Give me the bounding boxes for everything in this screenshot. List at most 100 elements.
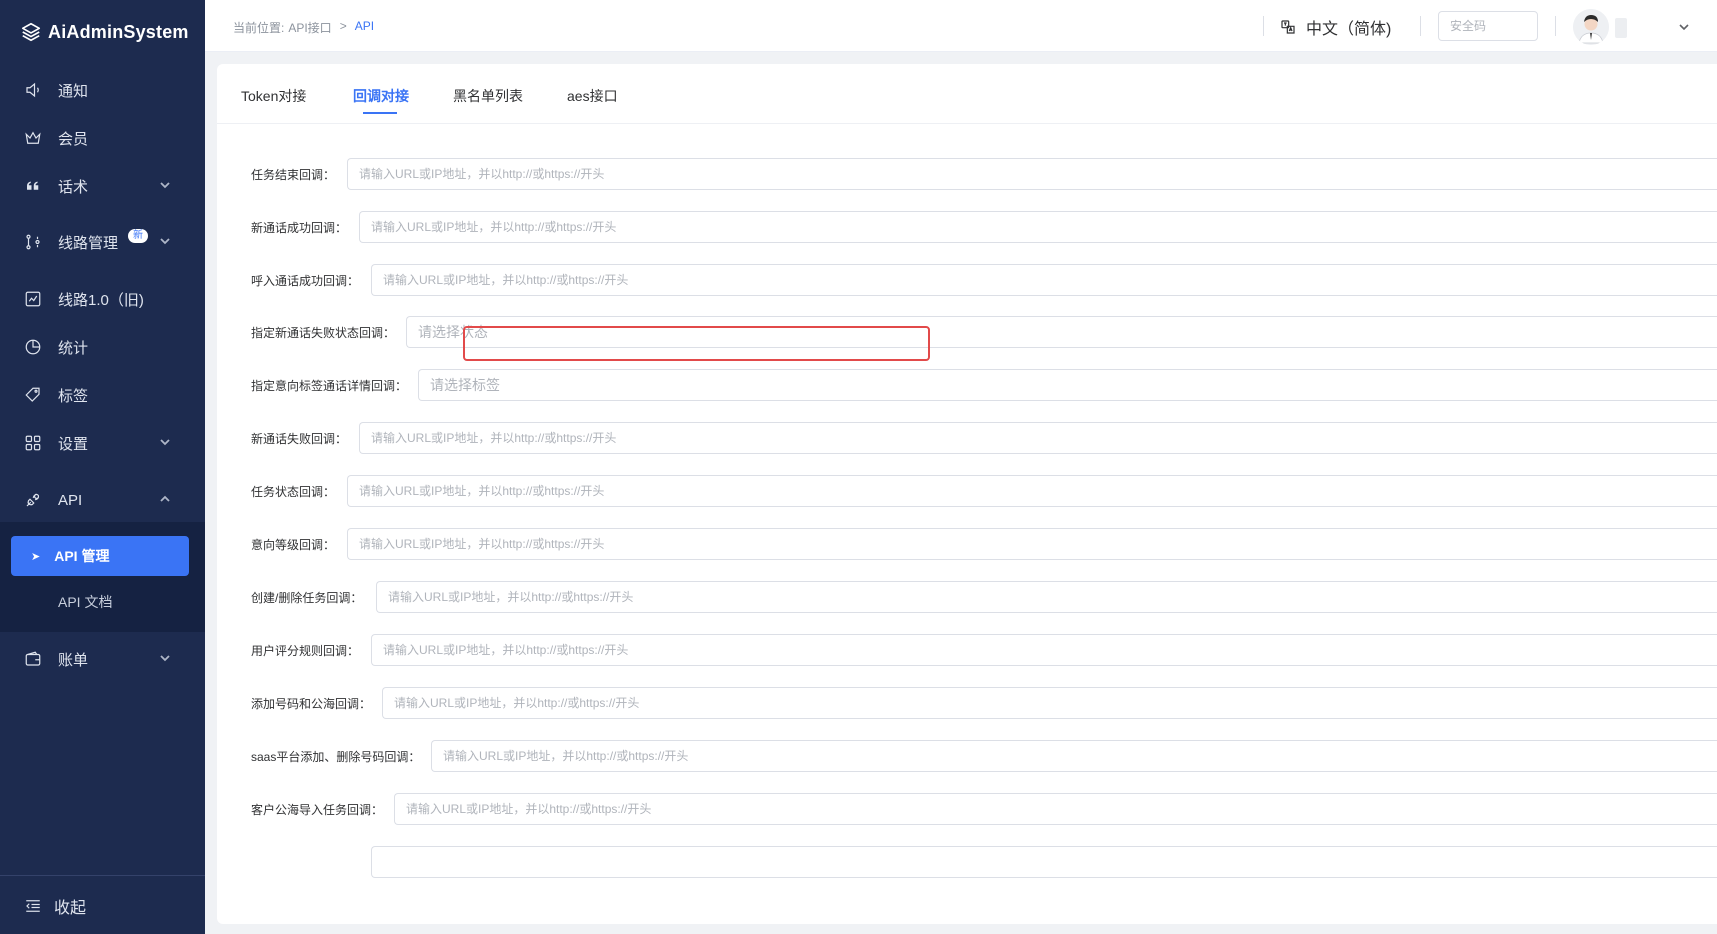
form-row-task-end: 任务结束回调： 请输入URL或IP地址，并以http://或https://开头: [217, 158, 1717, 190]
chevron-down-icon: [159, 435, 171, 447]
user-avatar-icon: [1573, 9, 1609, 45]
field-label: 指定意向标签通话详情回调：: [251, 379, 408, 393]
field-label: 用户评分规则回调：: [251, 644, 360, 658]
form-row-saas-number: saas平台添加、删除号码回调： 请输入URL或IP地址，并以http://或h…: [217, 740, 1717, 772]
field-label: 任务状态回调：: [251, 485, 336, 499]
chevron-down-icon: [159, 234, 171, 246]
sidebar-subitem-api-docs[interactable]: API 文档: [58, 592, 112, 612]
sidebar-item-tags[interactable]: 标签: [0, 373, 205, 417]
field-label: 指定新通话失败状态回调：: [251, 326, 396, 340]
user-score-rule-callback-input[interactable]: 请输入URL或IP地址，并以http://或https://开头: [371, 634, 1717, 666]
speaker-icon: [24, 81, 42, 99]
sidebar-item-route-v1[interactable]: 线路1.0（旧): [0, 277, 205, 321]
collapse-button[interactable]: 收起: [24, 894, 86, 918]
tab-token[interactable]: Token对接: [241, 86, 306, 106]
plug-icon: [24, 491, 42, 509]
avatar[interactable]: [1573, 9, 1609, 45]
active-tab-indicator: [363, 112, 397, 114]
field-label: 新通话失败回调：: [251, 432, 348, 446]
failed-status-select[interactable]: 请选择状态: [406, 316, 1717, 348]
breadcrumb-parent[interactable]: API接口: [288, 19, 331, 36]
app-title: AiAdminSystem: [48, 21, 189, 42]
sidebar-item-script[interactable]: 话术: [0, 164, 205, 208]
intent-tag-select[interactable]: 请选择标签: [418, 369, 1717, 401]
sidebar-item-label: 通知: [58, 82, 89, 100]
header-divider: [1420, 16, 1421, 36]
breadcrumb: 当前位置: API接口 > API: [233, 19, 374, 36]
breadcrumb-current: API: [354, 19, 375, 33]
new-call-failed-callback-input[interactable]: 请输入URL或IP地址，并以http://或https://开头: [359, 422, 1717, 454]
caret-right-icon: ➤: [31, 550, 41, 563]
inbound-call-success-callback-input[interactable]: 请输入URL或IP地址，并以http://或https://开头: [371, 264, 1717, 296]
sidebar-item-label: 统计: [58, 339, 89, 357]
tab-aes[interactable]: aes接口: [567, 86, 618, 106]
sidebar-item-stats[interactable]: 统计: [0, 325, 205, 369]
sidebar-divider: [0, 875, 205, 876]
sidebar-item-label: 线路管理: [58, 234, 119, 252]
saas-number-callback-input[interactable]: 请输入URL或IP地址，并以http://或https://开头: [431, 740, 1717, 772]
username-placeholder: [1615, 18, 1627, 38]
app-logo[interactable]: AiAdminSystem: [0, 0, 205, 64]
breadcrumb-separator: >: [339, 19, 347, 33]
tab-blacklist[interactable]: 黑名单列表: [453, 86, 523, 106]
form-row-new-call-failed: 新通话失败回调： 请输入URL或IP地址，并以http://或https://开…: [217, 422, 1717, 454]
language-switcher[interactable]: 中文（简体): [1280, 15, 1391, 39]
create-delete-task-callback-input[interactable]: 请输入URL或IP地址，并以http://或https://开头: [376, 581, 1717, 613]
sidebar-item-settings[interactable]: 设置: [0, 421, 205, 465]
sidebar-item-label: 线路1.0（旧): [58, 291, 144, 309]
new-badge: 新: [128, 229, 149, 243]
route-icon: [24, 233, 42, 251]
add-number-pool-callback-input[interactable]: 请输入URL或IP地址，并以http://或https://开头: [382, 687, 1717, 719]
field-label: 任务结束回调：: [251, 168, 336, 182]
translate-icon: [1281, 20, 1295, 34]
sidebar-item-route[interactable]: 线路管理 新: [0, 220, 205, 264]
form-row-add-number-pool: 添加号码和公海回调： 请输入URL或IP地址，并以http://或https:/…: [217, 687, 1717, 719]
chevron-down-icon: [159, 651, 171, 663]
field-label: 新通话成功回调：: [251, 221, 348, 235]
top-header: 当前位置: API接口 > API 中文（简体) 安全码: [205, 0, 1717, 52]
tab-callback[interactable]: 回调对接: [353, 86, 409, 106]
form-row-create-delete-task: 创建/删除任务回调： 请输入URL或IP地址，并以http://或https:/…: [217, 581, 1717, 613]
field-label: 创建/删除任务回调：: [251, 591, 363, 605]
sidebar-item-member[interactable]: 会员: [0, 116, 205, 160]
sidebar-subitem-label: API 管理: [54, 548, 110, 564]
sidebar-item-label: 账单: [58, 651, 89, 669]
chevron-down-icon[interactable]: [1678, 20, 1690, 32]
intent-level-callback-input[interactable]: 请输入URL或IP地址，并以http://或https://开头: [347, 528, 1717, 560]
sidebar: AiAdminSystem 通知 会员 话术 线路管理 新 线路1.0（旧) 统…: [0, 0, 205, 934]
field-label: 呼入通话成功回调：: [251, 274, 360, 288]
sidebar-item-billing[interactable]: 账单: [0, 637, 205, 681]
sidebar-item-label: 会员: [58, 130, 89, 148]
sidebar-item-label: 标签: [58, 387, 89, 405]
tag-icon: [24, 386, 42, 404]
task-end-callback-input[interactable]: 请输入URL或IP地址，并以http://或https://开头: [347, 158, 1717, 190]
field-label: 客户公海导入任务回调：: [251, 803, 384, 817]
pie-chart-icon: [24, 338, 42, 356]
sidebar-subitem-api-manage[interactable]: ➤ API 管理: [11, 536, 189, 576]
form-row-failed-status: 指定新通话失败状态回调： 请选择状态: [217, 316, 1717, 348]
new-call-success-callback-input[interactable]: 请输入URL或IP地址，并以http://或https://开头: [359, 211, 1717, 243]
header-divider: [1263, 16, 1264, 36]
form-row-inbound-call-success: 呼入通话成功回调： 请输入URL或IP地址，并以http://或https://…: [217, 264, 1717, 296]
form-row-partial: [217, 846, 1717, 878]
collapse-label: 收起: [54, 900, 87, 917]
breadcrumb-prefix: 当前位置:: [233, 21, 285, 35]
grid-icon: [24, 434, 42, 452]
partial-callback-input[interactable]: [371, 846, 1717, 878]
sidebar-item-label: 话术: [58, 178, 89, 196]
tab-bar: Token对接 回调对接 黑名单列表 aes接口: [217, 64, 1717, 124]
field-label: saas平台添加、删除号码回调：: [251, 750, 421, 764]
task-status-callback-input[interactable]: 请输入URL或IP地址，并以http://或https://开头: [347, 475, 1717, 507]
layers-icon: [21, 22, 41, 42]
security-code-input[interactable]: 安全码: [1438, 11, 1538, 41]
chart-box-icon: [24, 290, 42, 308]
main-content: Token对接 回调对接 黑名单列表 aes接口 任务结束回调： 请输入URL或…: [217, 64, 1717, 924]
crown-icon: [24, 129, 42, 147]
sidebar-item-notice[interactable]: 通知: [0, 68, 205, 112]
form-row-task-status: 任务状态回调： 请输入URL或IP地址，并以http://或https://开头: [217, 475, 1717, 507]
form-row-intent-tag: 指定意向标签通话详情回调： 请选择标签: [217, 369, 1717, 401]
pool-import-task-callback-input[interactable]: 请输入URL或IP地址，并以http://或https://开头: [394, 793, 1717, 825]
form-row-new-call-success: 新通话成功回调： 请输入URL或IP地址，并以http://或https://开…: [217, 211, 1717, 243]
sidebar-item-api[interactable]: API: [0, 478, 205, 522]
wallet-icon: [24, 650, 42, 668]
